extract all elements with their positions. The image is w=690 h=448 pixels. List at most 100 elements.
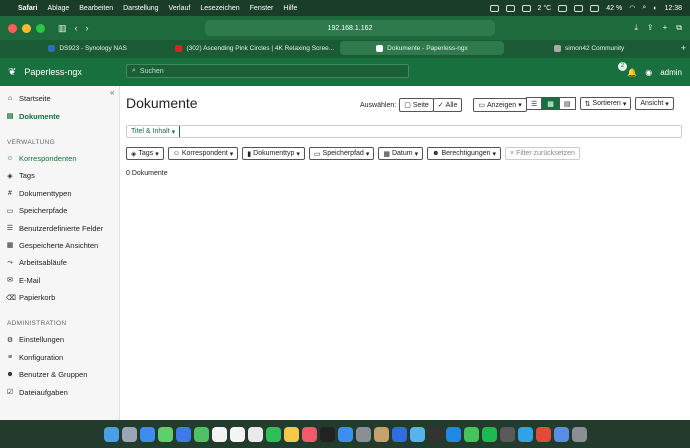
settings-app-icon[interactable]: [355, 426, 371, 442]
menu-verlauf[interactable]: Verlauf: [169, 5, 191, 12]
new-tab-icon[interactable]: +: [663, 23, 668, 33]
whatsapp-icon[interactable]: [463, 426, 479, 442]
music-icon[interactable]: [301, 426, 317, 442]
filter-document-type-button[interactable]: ▮ Dokumenttyp ▾: [242, 147, 305, 160]
paperless-logo-icon[interactable]: ❦: [8, 67, 16, 78]
share-icon[interactable]: ⇪: [647, 23, 654, 33]
search-icon[interactable]: ⌕: [642, 4, 646, 12]
filter-tags-button[interactable]: ◈ Tags ▾: [126, 147, 164, 160]
spotify-icon[interactable]: [481, 426, 497, 442]
sidebar-item-papierkorb[interactable]: ⌫ Papierkorb: [0, 289, 119, 306]
status-icon[interactable]: [574, 4, 584, 12]
menu-bearbeiten[interactable]: Bearbeiten: [79, 5, 113, 12]
status-icon[interactable]: [558, 4, 568, 12]
trash-bin-icon[interactable]: [571, 426, 587, 442]
sort-dropdown-button[interactable]: ⇅ Sortieren ▾: [579, 97, 632, 110]
sidebar-item-konfiguration[interactable]: ≡ Konfiguration: [0, 349, 119, 366]
safari-icon[interactable]: [139, 426, 155, 442]
view-small-cards-button[interactable]: ▦: [542, 97, 559, 110]
status-icon[interactable]: [489, 4, 499, 12]
app-icon[interactable]: [499, 426, 515, 442]
sidebar-item-benutzerdefinierte-felder[interactable]: ☰ Benutzerdefinierte Felder: [0, 219, 119, 236]
tv-icon[interactable]: [319, 426, 335, 442]
select-page-button[interactable]: ▢ Seite: [399, 98, 434, 112]
menu-lesezeichen[interactable]: Lesezeichen: [200, 5, 239, 12]
messages-icon[interactable]: [157, 426, 173, 442]
back-icon[interactable]: ‹: [75, 23, 78, 33]
control-center-icon[interactable]: ◐: [653, 5, 657, 12]
view-table-button[interactable]: ☰: [526, 97, 543, 110]
user-avatar-icon[interactable]: ◉: [645, 68, 652, 77]
bell-icon[interactable]: 🔔: [627, 68, 637, 77]
filter-date-button[interactable]: ▦ Datum ▾: [378, 147, 424, 160]
app-icon[interactable]: [373, 426, 389, 442]
sidebar-item-email[interactable]: ✉ E-Mail: [0, 272, 119, 289]
browser-tab-youtube[interactable]: (302) Ascending Pink Circles | 4K Relaxi…: [173, 41, 336, 55]
sidebar-item-dateiaufgaben[interactable]: ☑ Dateiaufgaben: [0, 383, 119, 400]
app-brand[interactable]: Paperless-ngx: [24, 67, 82, 77]
wifi-icon[interactable]: ◠: [629, 4, 635, 12]
app-icon[interactable]: [445, 426, 461, 442]
zoom-window-button[interactable]: [36, 23, 45, 33]
menu-darstellung[interactable]: Darstellung: [123, 5, 158, 12]
calendar-app-icon[interactable]: [211, 426, 227, 442]
notes-icon[interactable]: [283, 426, 299, 442]
battery-status[interactable]: 42 %: [606, 5, 622, 12]
show-dropdown-button[interactable]: ▭ Anzeigen ▾: [473, 98, 527, 112]
app-store-icon[interactable]: [337, 426, 353, 442]
app-icon[interactable]: [409, 426, 425, 442]
search-input[interactable]: ⌕ Suchen: [126, 64, 409, 78]
sidebar-item-korrespondenten[interactable]: ☺ Korrespondenten: [0, 150, 119, 167]
close-window-button[interactable]: [8, 23, 17, 33]
reset-filters-button[interactable]: × Filter zurücksetzen: [505, 147, 580, 160]
downloads-folder-icon[interactable]: [553, 426, 569, 442]
browser-tab-synology[interactable]: DS923 - Synology NAS: [6, 41, 169, 55]
sidebar-item-speicherpfade[interactable]: ▭ Speicherpfade: [0, 202, 119, 219]
sidebar-item-dokumenttypen[interactable]: # Dokumenttypen: [0, 185, 119, 202]
user-menu[interactable]: admin: [660, 68, 682, 77]
sidebar-item-dokumente[interactable]: ▤ Dokumente: [0, 107, 119, 124]
download-icon[interactable]: ⤓: [634, 23, 638, 33]
minimize-window-button[interactable]: [22, 23, 31, 33]
menu-ablage[interactable]: Ablage: [47, 5, 69, 12]
view-large-cards-button[interactable]: ▤: [558, 97, 576, 110]
sidebar-toggle-icon[interactable]: ▥: [58, 23, 67, 34]
filter-correspondent-button[interactable]: ☺ Korrespondent ▾: [167, 147, 239, 160]
title-content-search-field[interactable]: Titel & Inhalt ▾: [126, 125, 682, 138]
filter-storage-path-button[interactable]: ▭ Speicherpfad ▾: [308, 147, 375, 160]
app-icon[interactable]: [535, 426, 551, 442]
launchpad-icon[interactable]: [121, 426, 137, 442]
sidebar-item-arbeitsablaeufe[interactable]: ⤳ Arbeitsabläufe: [0, 254, 119, 271]
finder-icon[interactable]: [103, 426, 119, 442]
contacts-icon[interactable]: [247, 426, 263, 442]
status-icon[interactable]: [505, 4, 515, 12]
menubar-clock[interactable]: 12:38: [664, 5, 682, 12]
sidebar-collapse-icon[interactable]: «: [110, 88, 120, 98]
filter-permissions-button[interactable]: ☻ Berechtigungen ▾: [427, 147, 502, 160]
tab-overview-icon[interactable]: ⧉: [676, 23, 682, 33]
photos-icon[interactable]: [229, 426, 245, 442]
app-icon[interactable]: [517, 426, 533, 442]
browser-tab-paperless[interactable]: Dokumente - Paperless-ngx: [340, 41, 504, 55]
sidebar-item-tags[interactable]: ◈ Tags: [0, 167, 119, 184]
status-icon[interactable]: [590, 4, 600, 12]
menu-fenster[interactable]: Fenster: [250, 5, 274, 12]
sidebar-item-einstellungen[interactable]: ⚙ Einstellungen: [0, 331, 119, 348]
maps-icon[interactable]: [193, 426, 209, 442]
sidebar-item-gespeicherte-ansichten[interactable]: ▦ Gespeicherte Ansichten: [0, 237, 119, 254]
weather-status[interactable]: 2 °C: [538, 5, 552, 12]
new-tab-button[interactable]: +: [681, 43, 686, 53]
status-icon[interactable]: [521, 4, 531, 12]
app-icon[interactable]: [391, 426, 407, 442]
sidebar-item-startseite[interactable]: ⌂ Startseite: [0, 90, 119, 107]
menu-hilfe[interactable]: Hilfe: [283, 5, 297, 12]
menubar-app-name[interactable]: Safari: [18, 5, 37, 12]
mail-app-icon[interactable]: [175, 426, 191, 442]
sidebar-item-benutzer-gruppen[interactable]: ☻ Benutzer & Gruppen: [0, 366, 119, 383]
title-content-dropdown-button[interactable]: Titel & Inhalt ▾: [127, 126, 181, 137]
terminal-icon[interactable]: [427, 426, 443, 442]
forward-icon[interactable]: ›: [86, 23, 89, 33]
facetime-icon[interactable]: [265, 426, 281, 442]
browser-tab-simon42[interactable]: simon42 Community: [508, 41, 671, 55]
views-dropdown-button[interactable]: Ansicht ▾: [635, 97, 674, 110]
